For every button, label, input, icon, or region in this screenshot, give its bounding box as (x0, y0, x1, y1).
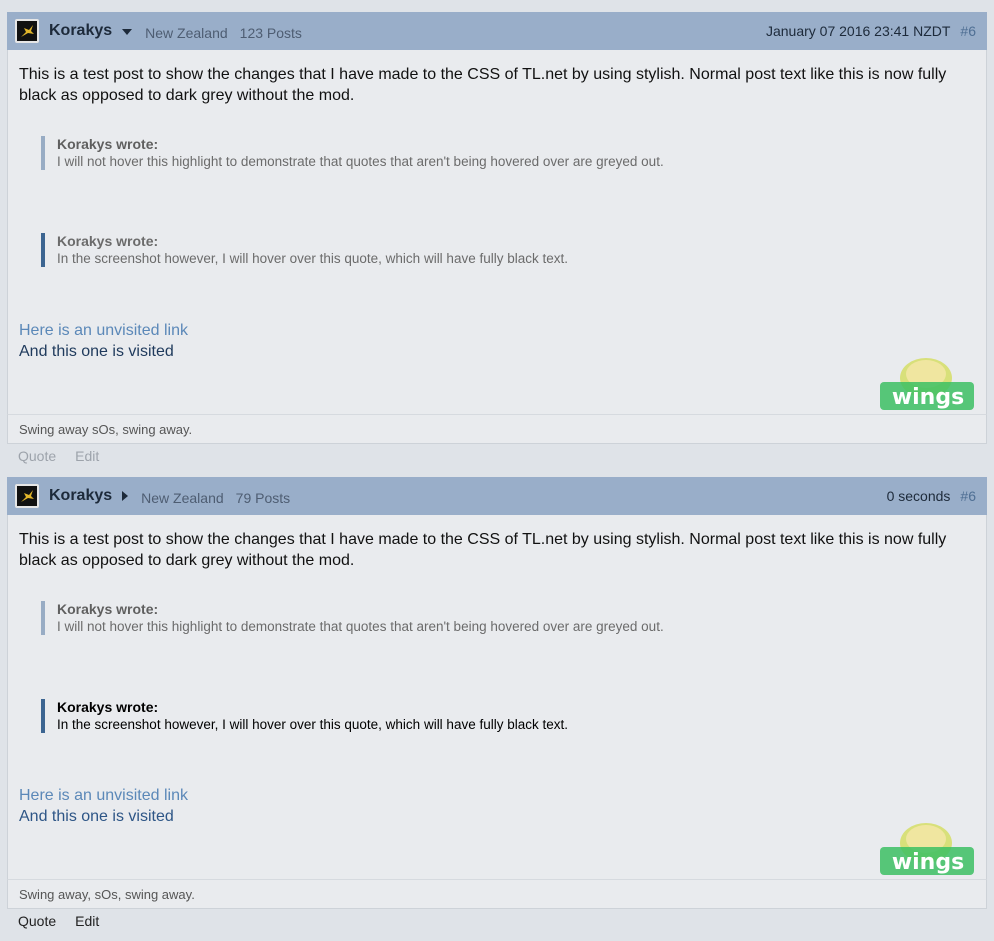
team-wings-logo: wings (878, 356, 976, 414)
quote-text: I will not hover this highlight to demon… (57, 154, 664, 169)
username-link[interactable]: Korakys (49, 22, 112, 40)
race-icon (15, 484, 39, 508)
user-menu-chevron-right-icon[interactable] (122, 491, 129, 501)
user-location: New Zealand (141, 490, 224, 506)
post-body: This is a test post to show the changes … (7, 515, 987, 879)
unvisited-link[interactable]: Here is an unvisited link (19, 320, 188, 341)
edit-button[interactable]: Edit (75, 448, 99, 464)
post-text: This is a test post to show the changes … (19, 531, 947, 569)
post-number-link[interactable]: #6 (960, 23, 976, 39)
user-location: New Zealand (145, 25, 228, 41)
post-date: 0 seconds (886, 488, 951, 504)
post-2: Korakys New Zealand 79 Posts 0 seconds #… (7, 477, 987, 933)
quote-text: In the screenshot however, I will hover … (57, 251, 568, 266)
unvisited-link[interactable]: Here is an unvisited link (19, 785, 188, 806)
svg-text:wings: wings (892, 850, 964, 875)
post-text: This is a test post to show the changes … (19, 66, 947, 104)
quote-author: Korakys wrote: (57, 136, 159, 152)
user-post-count: 79 Posts (235, 490, 291, 506)
quote-block-hovered: Korakys wrote: In the screenshot however… (41, 699, 957, 733)
svg-text:wings: wings (892, 385, 964, 410)
visited-link[interactable]: And this one is visited (19, 341, 174, 362)
post-header: Korakys New Zealand 123 Posts January 07… (7, 12, 987, 50)
user-menu-chevron-down-icon[interactable] (122, 28, 133, 35)
quote-text: I will not hover this highlight to demon… (57, 619, 664, 634)
post-1: Korakys New Zealand 123 Posts January 07… (7, 12, 987, 468)
username-link[interactable]: Korakys (49, 487, 112, 505)
post-body: This is a test post to show the changes … (7, 50, 987, 414)
quote-author: Korakys wrote: (57, 233, 159, 249)
post-header: Korakys New Zealand 79 Posts 0 seconds #… (7, 477, 987, 515)
quote-block: Korakys wrote: I will not hover this hig… (41, 601, 957, 635)
signature: Swing away sOs, swing away. (7, 414, 987, 444)
team-wings-logo: wings (878, 821, 976, 879)
edit-button[interactable]: Edit (75, 913, 99, 929)
race-icon (15, 19, 39, 43)
post-number-link[interactable]: #6 (960, 488, 976, 504)
quote-button[interactable]: Quote (18, 913, 56, 929)
quote-text: In the screenshot however, I will hover … (57, 717, 568, 732)
post-date: January 07 2016 23:41 NZDT (765, 23, 951, 39)
signature: Swing away, sOs, swing away. (7, 879, 987, 909)
quote-author: Korakys wrote: (57, 699, 159, 715)
quote-button[interactable]: Quote (18, 448, 56, 464)
quote-block: Korakys wrote: In the screenshot however… (41, 233, 957, 267)
quote-block: Korakys wrote: I will not hover this hig… (41, 136, 957, 170)
visited-link[interactable]: And this one is visited (19, 806, 174, 827)
post-actions: Quote Edit (7, 444, 987, 468)
post-actions: Quote Edit (7, 909, 987, 933)
quote-author: Korakys wrote: (57, 601, 159, 617)
user-post-count: 123 Posts (239, 25, 302, 41)
